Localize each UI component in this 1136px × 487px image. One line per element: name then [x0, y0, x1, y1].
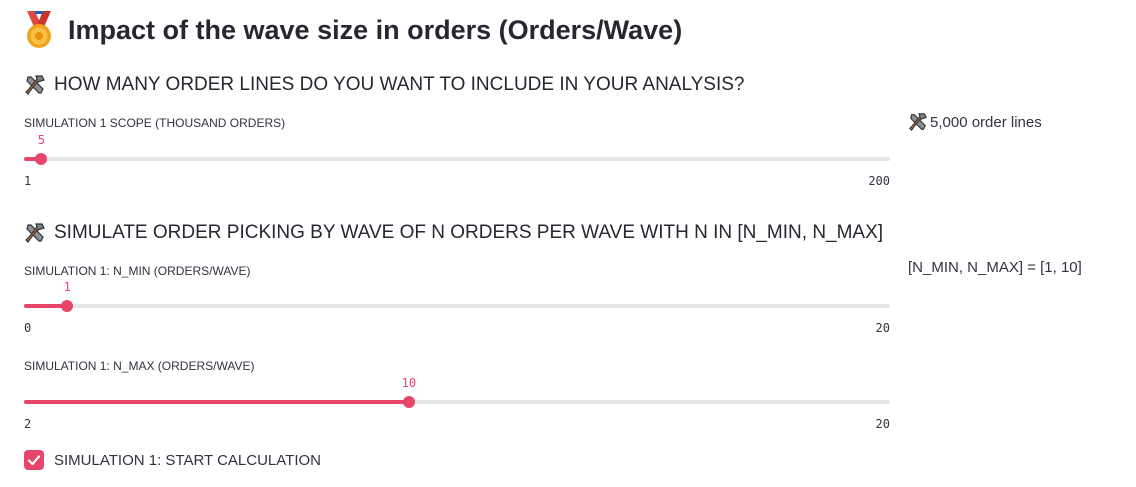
slider-max-label: 20	[875, 321, 890, 335]
hammer-wrench-icon	[25, 75, 45, 95]
range-summary-text: [N_MIN, N_MAX] = [1, 10]	[908, 259, 1082, 276]
range-summary: [N_MIN, N_MAX] = [1, 10]	[908, 259, 1082, 276]
slider-track[interactable]	[24, 157, 890, 161]
scope-heading-text: HOW MANY ORDER LINES DO YOU WANT TO INCL…	[54, 74, 745, 95]
slider-track[interactable]	[24, 304, 890, 308]
slider-thumb[interactable]	[402, 396, 415, 408]
checkmark-icon	[27, 455, 41, 466]
slider-min-label: 2	[24, 417, 32, 431]
slider-fill	[24, 400, 409, 404]
slider-value: 1	[63, 280, 71, 294]
slider-value: 10	[401, 376, 417, 390]
wave-heading-text: SIMULATE ORDER PICKING BY WAVE OF N ORDE…	[54, 222, 884, 243]
page-title: Impact of the wave size in orders (Order…	[24, 10, 682, 50]
slider-thumb[interactable]	[61, 300, 74, 312]
medal-icon	[27, 11, 51, 48]
start-calculation-checkbox[interactable]	[24, 450, 44, 470]
slider-min-label: 1	[24, 174, 32, 188]
scope-summary: 5,000 order lines	[908, 112, 1042, 132]
hammer-wrench-icon	[909, 113, 927, 132]
slider-thumb[interactable]	[35, 153, 48, 165]
scope-heading: HOW MANY ORDER LINES DO YOU WANT TO INCL…	[24, 74, 745, 96]
scope-slider-label: SIMULATION 1 SCOPE (THOUSAND ORDERS)	[24, 116, 286, 130]
n-max-slider[interactable]: 10 2 20	[24, 372, 890, 431]
hammer-wrench-icon	[25, 223, 45, 243]
page-title-text: Impact of the wave size in orders (Order…	[68, 14, 683, 45]
page: Impact of the wave size in orders (Order…	[0, 0, 1136, 487]
slider-max-label: 20	[875, 417, 890, 431]
scope-summary-text: 5,000 order lines	[930, 113, 1042, 131]
slider-min-label: 0	[24, 321, 32, 335]
wave-heading: SIMULATE ORDER PICKING BY WAVE OF N ORDE…	[24, 222, 883, 244]
n-min-slider[interactable]: 1 0 20	[24, 276, 890, 335]
n-max-slider-label: SIMULATION 1: N_MAX (ORDERS/WAVE)	[24, 359, 255, 373]
slider-value: 5	[37, 133, 46, 147]
scope-slider[interactable]: 5 1 200	[24, 129, 890, 188]
start-calculation-label: SIMULATION 1: START CALCULATION	[54, 451, 321, 469]
slider-max-label: 200	[868, 174, 890, 188]
start-calculation-row[interactable]: SIMULATION 1: START CALCULATION	[24, 450, 321, 470]
